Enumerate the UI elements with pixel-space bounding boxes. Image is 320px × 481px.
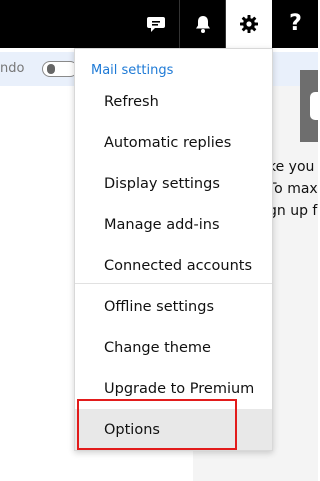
question-mark-icon: ? xyxy=(289,11,302,36)
menu-item-refresh[interactable]: Refresh xyxy=(75,81,272,122)
speech-bubble-icon xyxy=(147,17,165,32)
menu-item-automatic-replies[interactable]: Automatic replies xyxy=(75,122,272,163)
gear-icon xyxy=(240,15,258,33)
help-button[interactable]: ? xyxy=(273,0,318,48)
menu-item-manage-add-ins[interactable]: Manage add-ins xyxy=(75,204,272,245)
toggle-knob xyxy=(47,64,55,74)
promo-line: ke you xyxy=(268,159,315,175)
menu-divider xyxy=(75,283,272,284)
menu-item-options[interactable]: Options xyxy=(75,409,272,450)
promo-line: gn up f xyxy=(268,203,318,219)
bell-icon xyxy=(196,16,210,33)
menu-item-display-settings[interactable]: Display settings xyxy=(75,163,272,204)
feedback-button[interactable] xyxy=(133,0,179,48)
menu-item-connected-accounts[interactable]: Connected accounts xyxy=(75,245,272,286)
settings-button[interactable] xyxy=(226,0,272,48)
office-logo-icon xyxy=(300,70,318,142)
settings-menu: Mail settings Refresh Automatic replies … xyxy=(74,48,273,451)
toggle-switch[interactable] xyxy=(42,61,78,77)
notifications-button[interactable] xyxy=(180,0,226,48)
clipped-label: ndo xyxy=(0,61,25,76)
promo-line: To max xyxy=(268,181,318,197)
top-header-bar: ? xyxy=(0,0,318,48)
menu-item-offline-settings[interactable]: Offline settings xyxy=(75,286,272,327)
menu-item-change-theme[interactable]: Change theme xyxy=(75,327,272,368)
menu-header: Mail settings xyxy=(91,63,174,78)
background-promo-text: ke you To max gn up f xyxy=(268,156,318,222)
menu-item-upgrade-to-premium[interactable]: Upgrade to Premium xyxy=(75,368,272,409)
